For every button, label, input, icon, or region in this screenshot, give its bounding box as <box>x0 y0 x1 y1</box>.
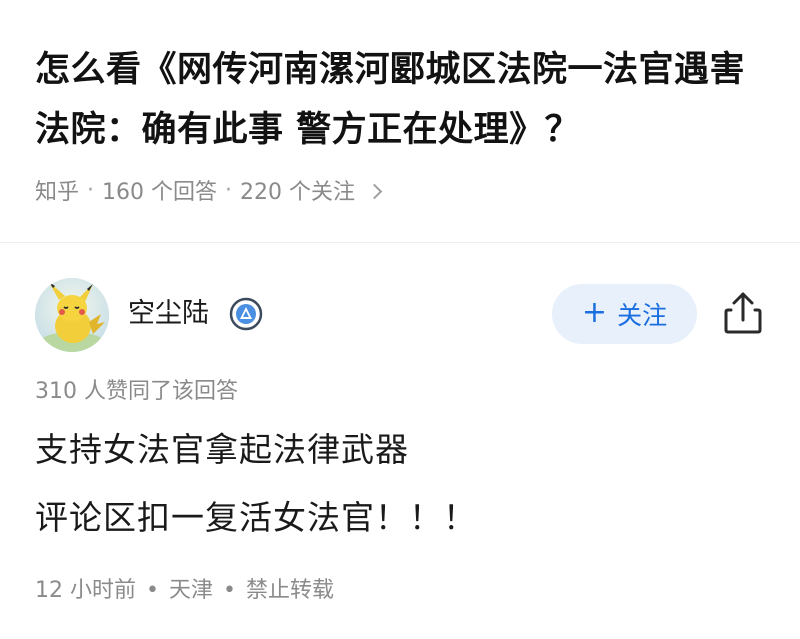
copyright-notice: 禁止转载 <box>245 578 334 603</box>
verified-badge-icon <box>229 297 263 331</box>
plus-icon: + <box>581 294 608 330</box>
footer-separator: • <box>223 578 236 603</box>
section-divider <box>0 242 800 243</box>
answer-footer: 12 小时前 • 天津 • 禁止转载 <box>35 575 334 607</box>
meta-separator: · <box>225 177 233 203</box>
question-meta[interactable]: 知乎 · 160 个回答 · 220 个关注 <box>35 174 775 206</box>
meta-separator: · <box>87 177 95 203</box>
upvote-count: 310 人赞同了该回答 <box>35 379 238 404</box>
follow-button[interactable]: + 关注 <box>552 284 697 344</box>
followers-count: 220 个关注 <box>240 180 356 205</box>
footer-separator: • <box>146 578 159 603</box>
pikachu-avatar <box>35 278 109 352</box>
author-name[interactable]: 空尘陆 <box>128 296 209 332</box>
avatar[interactable] <box>35 278 109 352</box>
answer-content[interactable]: 支持女法官拿起法律武器 评论区扣一复活女法官！！！ <box>35 427 775 563</box>
answer-time: 12 小时前 <box>35 578 136 603</box>
chevron-right-icon <box>366 183 383 199</box>
author-row: 空尘陆 + 关注 <box>35 278 765 354</box>
question-source: 知乎 <box>35 180 80 205</box>
question-title[interactable]: 怎么看《网传河南漯河郾城区法院一法官遇害 法院：确有此事 警方正在处理》？ <box>35 40 775 160</box>
share-icon[interactable] <box>722 290 764 336</box>
answer-paragraph: 支持女法官拿起法律武器 <box>35 430 409 469</box>
zhihu-answer-page: 怎么看《网传河南漯河郾城区法院一法官遇害 法院：确有此事 警方正在处理》？ 知乎… <box>0 0 800 639</box>
answers-count: 160 个回答 <box>102 180 218 205</box>
question-header: 怎么看《网传河南漯河郾城区法院一法官遇害 法院：确有此事 警方正在处理》？ 知乎… <box>35 40 775 206</box>
answer-location: 天津 <box>168 578 213 603</box>
answer-paragraph: 评论区扣一复活女法官！！！ <box>35 498 477 537</box>
follow-label: 关注 <box>617 301 668 330</box>
